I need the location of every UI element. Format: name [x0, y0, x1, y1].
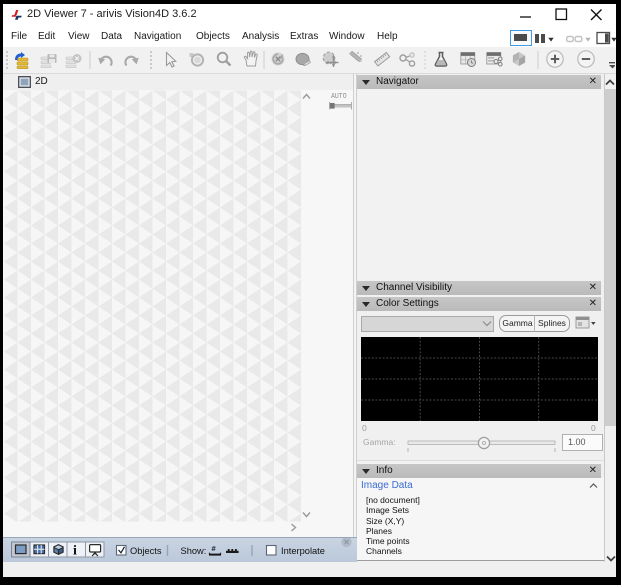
svg-text:i: i: [73, 544, 77, 559]
svg-text:Objects: Objects: [130, 546, 162, 556]
svg-text:Interpolate: Interpolate: [281, 546, 325, 556]
svg-text:Show:: Show:: [181, 546, 207, 556]
svg-text:#: #: [212, 544, 217, 553]
